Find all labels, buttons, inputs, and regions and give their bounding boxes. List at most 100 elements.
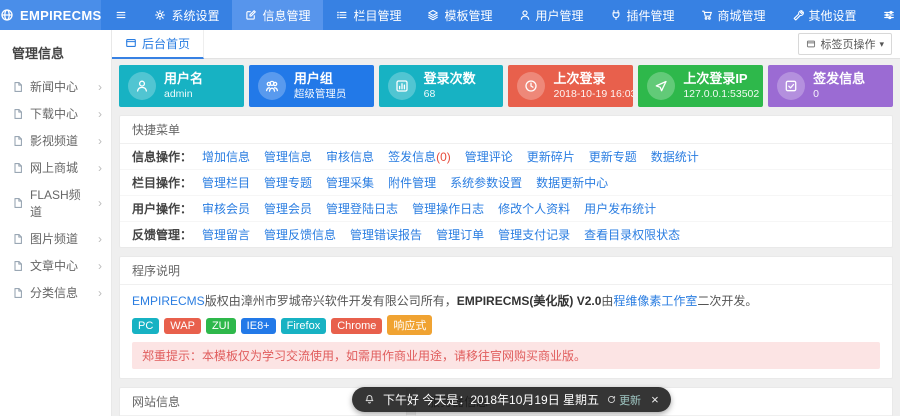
nav-item-common[interactable]: 常用功能 (870, 0, 900, 30)
quick-link[interactable]: 更新专题 (589, 148, 637, 165)
stat-card-value: 0 (813, 88, 865, 101)
quick-link[interactable]: 增加信息 (202, 148, 250, 165)
quick-link[interactable]: 审核信息 (326, 148, 374, 165)
quick-link[interactable]: 系统参数设置 (450, 174, 522, 191)
stat-card-login-count[interactable]: 登录次数68 (379, 65, 504, 107)
sidebar-item-flash[interactable]: FLASH频道› (0, 181, 111, 225)
nav-item-label: 商城管理 (718, 7, 766, 24)
quick-link[interactable]: 数据统计 (651, 148, 699, 165)
tab-home-label: 后台首页 (142, 35, 190, 52)
quick-link[interactable]: 用户发布统计 (584, 200, 656, 217)
quick-link[interactable]: 附件管理 (388, 174, 436, 191)
stat-card-last-login[interactable]: 上次登录2018-10-19 16:03:59 (508, 65, 633, 107)
nav-item-plugin[interactable]: 插件管理 (597, 0, 688, 30)
stat-card-value: 68 (424, 88, 476, 101)
quick-link[interactable]: 管理支付记录 (498, 226, 570, 243)
quick-link[interactable]: 管理采集 (326, 174, 374, 191)
window-icon (125, 37, 137, 49)
copyright-link[interactable]: EMPIRECMS (132, 294, 205, 308)
sidebar-item-download[interactable]: 下载中心› (0, 100, 111, 127)
quick-link[interactable]: 管理订单 (436, 226, 484, 243)
stat-card-title: 签发信息 (813, 71, 865, 87)
nav-item-system[interactable]: 系统设置 (141, 0, 232, 30)
tab-home[interactable]: 后台首页 (112, 30, 204, 59)
chevron-right-icon: › (98, 134, 102, 148)
quick-link[interactable]: 管理反馈信息 (264, 226, 336, 243)
globe-icon (0, 8, 14, 22)
quick-link[interactable]: 签发信息(0) (388, 148, 451, 165)
tab-actions-button[interactable]: 标签页操作 ▾ (798, 33, 892, 55)
top-navbar: EMPIRECMS 系统设置信息管理栏目管理模板管理 用户管理插件管理 商城管理其他… (0, 0, 900, 30)
quick-link[interactable]: 修改个人资料 (498, 200, 570, 217)
doc-icon (12, 81, 24, 93)
main-area: 后台首页 标签页操作 ▾ 用户名admin 用户组超级管理员 登录次数68 上次登录2… (112, 30, 900, 416)
nav-item-column[interactable]: 栏目管理 (323, 0, 414, 30)
cart-icon (701, 9, 713, 21)
compat-badge-pc: PC (132, 318, 159, 334)
copyright-text: 二次开发。 (697, 294, 757, 308)
stat-card-text: 登录次数68 (424, 71, 476, 100)
stat-card-value: 超级管理员 (294, 88, 347, 101)
sidebar-item-article[interactable]: 文章中心› (0, 252, 111, 279)
sidebar-items: 新闻中心›下载中心›影视频道› 网上商城 › FLASH频道›图片频道›文章中心›分类… (0, 73, 111, 306)
quick-row-feedback-ops: 反馈管理：管理留言管理反馈信息管理错误报告管理订单管理支付记录查看目录权限状态 (120, 222, 892, 247)
quick-link[interactable]: 管理留言 (202, 226, 250, 243)
stat-card-text: 用户组超级管理员 (294, 71, 347, 100)
list-icon (336, 9, 348, 21)
doc-icon (12, 108, 24, 120)
stat-card-usergroup[interactable]: 用户组超级管理员 (249, 65, 374, 107)
quick-link[interactable]: 更新碎片 (527, 148, 575, 165)
compat-badge-zui: ZUI (206, 318, 236, 334)
stat-card-title: 用户组 (294, 71, 347, 87)
compat-badge-wap: WAP (164, 318, 201, 334)
copyright-link[interactable]: 程维像素工作室 (613, 294, 697, 308)
quick-link[interactable]: 管理栏目 (202, 174, 250, 191)
stat-card-text: 上次登录IP127.0.0.1:53502 (683, 71, 759, 100)
nav-item-other[interactable]: 其他设置 (779, 0, 870, 30)
sidebar-item-movie[interactable]: 影视频道› (0, 127, 111, 154)
nav-item-user[interactable]: 用户管理 (506, 0, 597, 30)
nav-item-label: 用户管理 (536, 7, 584, 24)
quick-link[interactable]: 管理错误报告 (350, 226, 422, 243)
send-icon (654, 79, 668, 93)
quick-link[interactable]: 查看目录权限状态 (584, 226, 680, 243)
doc-icon (12, 162, 24, 174)
brand-logo[interactable]: EMPIRECMS (0, 0, 101, 30)
caret-down-icon: ▾ (879, 40, 884, 49)
stat-card-icon-wrap (258, 72, 286, 100)
sidebar-item-shop[interactable]: 网上商城 › (0, 154, 111, 181)
copyright-text: 版权由漳州市罗城帝兴软件开发有限公司所有， (205, 294, 457, 308)
sidebar-toggle-button[interactable] (101, 0, 141, 30)
nav-item-info[interactable]: 信息管理 (232, 0, 323, 30)
stat-card-sign-info[interactable]: 签发信息0 (768, 65, 893, 107)
quick-link[interactable]: 审核会员 (202, 200, 250, 217)
window-icon (806, 39, 816, 49)
stat-card-text: 签发信息0 (813, 71, 865, 100)
quick-link[interactable]: 管理评论 (465, 148, 513, 165)
sidebar-item-label: 网上商城 (30, 159, 78, 176)
nav-item-template[interactable]: 模板管理 (414, 0, 505, 30)
nav-item-mall[interactable]: 商城管理 (688, 0, 779, 30)
clock-icon (524, 79, 538, 93)
sidebar-item-news[interactable]: 新闻中心› (0, 73, 111, 100)
quick-link[interactable]: 管理信息 (264, 148, 312, 165)
chevron-right-icon: › (98, 161, 102, 175)
quick-link[interactable]: 管理登陆日志 (326, 200, 398, 217)
sliders-icon (883, 9, 895, 21)
gear-icon (154, 9, 166, 21)
sidebar-item-classinfo[interactable]: 分类信息› (0, 279, 111, 306)
quick-row-column-ops: 栏目操作：管理栏目管理专题管理采集附件管理系统参数设置数据更新中心 (120, 170, 892, 196)
toast-update-button[interactable]: 更新 (607, 392, 641, 408)
quick-link[interactable]: 管理会员 (264, 200, 312, 217)
sidebar-item-photo[interactable]: 图片频道› (0, 225, 111, 252)
toast-close-button[interactable]: × (651, 392, 659, 407)
quick-link[interactable]: 管理操作日志 (412, 200, 484, 217)
stat-card-last-ip[interactable]: 上次登录IP127.0.0.1:53502 (638, 65, 763, 107)
quick-row-user-ops: 用户操作：审核会员管理会员管理登陆日志管理操作日志修改个人资料用户发布统计 (120, 196, 892, 222)
compat-badge-响应式: 响应式 (387, 315, 432, 335)
stat-card-username[interactable]: 用户名admin (119, 65, 244, 107)
quick-link[interactable]: 管理专题 (264, 174, 312, 191)
quick-menu-rows: 信息操作：增加信息管理信息审核信息签发信息(0)管理评论更新碎片更新专题数据统计… (120, 144, 892, 247)
quick-link[interactable]: 数据更新中心 (536, 174, 608, 191)
tab-bar: 后台首页 标签页操作 ▾ (112, 30, 900, 59)
